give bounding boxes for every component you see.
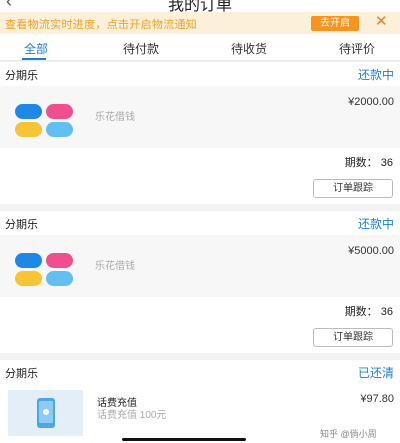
goods-name: 乐花借钱 xyxy=(95,261,135,272)
order-header: 分期乐 还款中 xyxy=(0,211,400,235)
goods-item[interactable]: 乐花借钱 ¥5000.00 xyxy=(0,235,400,297)
order-tracking-button[interactable]: 订单跟踪 xyxy=(313,328,393,347)
periods-value: 36 xyxy=(380,306,393,318)
notice-text: 查看物流实时进度，点击开启物流通知 xyxy=(5,19,198,31)
goods-description: 话费充值 100元 xyxy=(97,410,167,421)
order-header: 分期乐 还款中 xyxy=(0,62,400,86)
lehua-logo-icon xyxy=(15,104,75,138)
order-card[interactable]: 分期乐 还款中 乐花借钱 ¥5000.00 期数： 36 订单跟踪 xyxy=(0,211,400,353)
periods-value: 36 xyxy=(380,157,393,169)
order-card[interactable]: 分期乐 还款中 乐花借钱 ¥2000.00 期数： 36 订单跟踪 xyxy=(0,62,400,204)
phone-recharge-thumbnail xyxy=(8,390,83,436)
order-status: 已还清 xyxy=(357,366,394,380)
periods-label: 期数： xyxy=(344,306,378,318)
goods-price: ¥5000.00 xyxy=(348,245,394,257)
order-header: 分期乐 已还清 xyxy=(0,360,400,384)
periods-info: 期数： 36 xyxy=(345,303,393,319)
periods-label: 期数： xyxy=(344,157,378,169)
order-tabs: 全部 待付款 待收货 待评价 xyxy=(0,34,400,61)
tab-pending-payment[interactable]: 待付款 xyxy=(123,40,159,57)
order-status: 还款中 xyxy=(357,217,394,231)
goods-name: 乐花借钱 xyxy=(95,112,135,123)
home-indicator[interactable] xyxy=(122,438,246,441)
store-name: 分期乐 xyxy=(5,368,38,380)
phone-icon xyxy=(37,398,55,428)
goods-price: ¥2000.00 xyxy=(348,96,394,108)
tab-pending-receipt[interactable]: 待收货 xyxy=(231,40,267,57)
watermark: 知乎 @倘小周 xyxy=(320,429,377,439)
tab-all[interactable]: 全部 xyxy=(24,40,48,57)
periods-info: 期数： 36 xyxy=(345,154,393,170)
active-tab-indicator xyxy=(22,58,46,60)
order-tracking-button[interactable]: 订单跟踪 xyxy=(313,179,393,198)
store-name: 分期乐 xyxy=(5,70,38,82)
top-bar: ‹ 我的订单 xyxy=(0,0,400,12)
tab-pending-review[interactable]: 待评价 xyxy=(339,40,375,57)
page-title: 我的订单 xyxy=(167,0,232,12)
enable-notification-button[interactable]: 去开启 xyxy=(311,16,359,31)
close-icon[interactable]: ✕ xyxy=(375,14,388,30)
logistics-notice-bar: 查看物流实时进度，点击开启物流通知 去开启 ✕ xyxy=(0,12,400,34)
lehua-logo-icon xyxy=(15,253,75,287)
goods-price: ¥97.80 xyxy=(360,393,394,405)
goods-item[interactable]: 乐花借钱 ¥2000.00 xyxy=(0,86,400,148)
store-name: 分期乐 xyxy=(5,219,38,231)
order-status: 还款中 xyxy=(357,68,394,82)
